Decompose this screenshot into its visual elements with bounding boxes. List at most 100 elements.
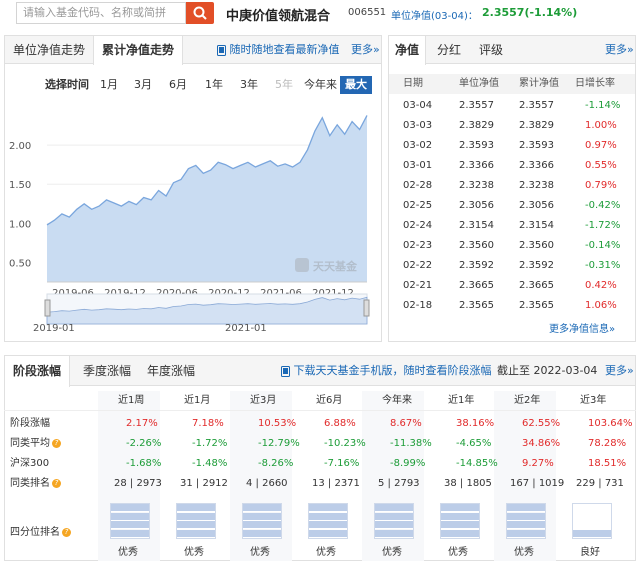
chart-more-link[interactable]: 更多»	[351, 36, 380, 64]
quartile-segment	[441, 504, 479, 512]
navigator-left-handle[interactable]	[44, 299, 51, 317]
quartile-segment	[177, 529, 215, 538]
tab-unit-nav-trend[interactable]: 单位净值走势	[13, 36, 85, 64]
phone-icon	[217, 44, 226, 56]
nav-table-row: 03-03 2.3829 2.3829 1.00%	[389, 116, 635, 136]
nav-table-row: 02-23 2.3560 2.3560 -0.14%	[389, 236, 635, 256]
stage-column-header: 近3年	[580, 395, 607, 406]
stage-cell: 4 | 2660	[246, 478, 288, 489]
stage-row: 沪深300 -1.68% -1.48% -8.26% -7.16% -8.99% -14.8…	[4, 454, 636, 474]
quartile-segment	[111, 512, 149, 521]
period-1y[interactable]: 1年	[205, 76, 223, 94]
quartile-bar	[176, 503, 216, 539]
stage-tabbar: 阶段涨幅 季度涨幅 年度涨幅 下载天天基金手机版，随时查看阶段涨幅 截止至 20…	[4, 356, 635, 387]
quartile-segment	[441, 521, 479, 529]
stage-cell: 13 | 2371	[312, 478, 360, 489]
nav-unit-value: 2.3565	[459, 300, 494, 311]
nav-table-header: 日期 单位净值 累计净值 日增长率	[389, 74, 635, 94]
header-bar: 请输入基金代码、名称或简拼 中庚价值领航混合 006551 单位净值(03-04…	[0, 0, 640, 30]
quartile-bar	[242, 503, 282, 539]
nav-cum-value: 2.3593	[519, 140, 554, 151]
search-button[interactable]	[186, 2, 214, 24]
quartile-rating: 优秀	[184, 547, 204, 558]
quartile-segment	[375, 504, 413, 512]
mobile-link[interactable]: 随时随地查看最新净值	[217, 36, 340, 64]
quartile-segment	[111, 521, 149, 529]
stage-cell: 28 | 2973	[114, 478, 162, 489]
quartile-segment	[573, 529, 611, 538]
tab-stage-return[interactable]: 阶段涨幅	[4, 356, 71, 387]
quartile-rating: 优秀	[448, 547, 468, 558]
quartile-rating: 优秀	[514, 547, 534, 558]
stage-cell: -14.85%	[456, 458, 498, 469]
nav-daily-change: 0.97%	[585, 140, 617, 151]
stage-cell: 8.67%	[390, 418, 422, 429]
quartile-segment	[177, 521, 215, 529]
period-1m[interactable]: 1月	[100, 76, 118, 94]
more-nav-info-link[interactable]: 更多净值信息»	[549, 316, 615, 344]
nav-date: 03-03	[403, 120, 433, 131]
nav-tabbar: 净值 分红 评级 更多»	[388, 36, 635, 65]
watermark-icon	[295, 258, 309, 272]
stage-cell: 31 | 2912	[180, 478, 228, 489]
stage-cell: 5 | 2793	[378, 478, 420, 489]
nav-table-row: 02-21 2.3665 2.3665 0.42%	[389, 276, 635, 296]
stage-row: 同类平均? -2.26% -1.72% -12.79% -10.23% -11.38% -4…	[4, 434, 636, 454]
help-icon[interactable]: ?	[62, 527, 71, 537]
y-tick-label: 1.50	[9, 180, 31, 191]
navigator-right-handle[interactable]	[363, 299, 370, 317]
quartile-segment	[375, 529, 413, 538]
quartile-bar	[308, 503, 348, 539]
nav-table-row: 02-18 2.3565 2.3565 1.06%	[389, 296, 635, 316]
tab-rating[interactable]: 评级	[479, 36, 503, 64]
stage-cell: 2.17%	[126, 418, 158, 429]
stage-cell: -11.38%	[390, 438, 432, 449]
period-max[interactable]: 最大	[340, 76, 372, 94]
nav-table-row: 03-01 2.3366 2.3366 0.55%	[389, 156, 635, 176]
search-icon	[193, 6, 207, 20]
nav-daily-change: -0.42%	[585, 200, 621, 211]
nav-more-link[interactable]: 更多»	[605, 36, 634, 64]
stage-row: 阶段涨幅 2.17% 7.18% 10.53% 6.88% 8.67% 38.16% 62.5…	[4, 414, 636, 434]
period-ytd[interactable]: 今年来	[304, 76, 337, 94]
tab-quarter-return[interactable]: 季度涨幅	[83, 356, 131, 384]
download-app-link[interactable]: 下载天天基金手机版，随时查看阶段涨幅	[281, 356, 492, 384]
nav-unit-value: 2.3560	[459, 240, 494, 251]
stage-cell: 34.86%	[522, 438, 561, 449]
quartile-segment	[375, 512, 413, 521]
stage-cell: 38 | 1805	[444, 478, 492, 489]
nav-unit-value: 2.3665	[459, 280, 494, 291]
help-icon[interactable]: ?	[52, 478, 61, 488]
stage-cell: -1.68%	[126, 458, 162, 469]
period-3y[interactable]: 3年	[240, 76, 258, 94]
period-6m[interactable]: 6月	[169, 76, 187, 94]
nav-cum-value: 2.3560	[519, 240, 554, 251]
stage-cell: -1.48%	[192, 458, 228, 469]
stage-cell: -10.23%	[324, 438, 366, 449]
stage-column-header: 近6月	[316, 395, 343, 406]
tab-cumulative-nav-trend[interactable]: 累计净值走势	[93, 36, 184, 65]
nav-daily-change: 0.79%	[585, 180, 617, 191]
nav-cum-value: 2.3565	[519, 300, 554, 311]
nav-daily-change: -1.72%	[585, 220, 621, 231]
help-icon[interactable]: ?	[52, 438, 61, 448]
area-fill	[47, 115, 367, 283]
quartile-rating: 优秀	[382, 547, 402, 558]
quartile-segment	[507, 521, 545, 529]
navigator-tick-label: 2021-01	[225, 323, 267, 334]
tab-annual-return[interactable]: 年度涨幅	[147, 356, 195, 384]
phone-icon	[281, 365, 290, 377]
nav-cum-value: 2.3366	[519, 160, 554, 171]
stage-more-link[interactable]: 更多»	[605, 356, 634, 384]
tab-nav[interactable]: 净值	[388, 36, 427, 65]
tab-dividend[interactable]: 分红	[437, 36, 461, 64]
nav-cum-value: 2.3829	[519, 120, 554, 131]
search-input[interactable]: 请输入基金代码、名称或简拼	[16, 2, 186, 24]
period-3m[interactable]: 3月	[134, 76, 152, 94]
stage-cell: 38.16%	[456, 418, 495, 429]
stage-column-header: 近1月	[184, 395, 211, 406]
nav-cum-value: 2.3592	[519, 260, 554, 271]
quartile-bar	[374, 503, 414, 539]
nav-daily-change: -0.14%	[585, 240, 621, 251]
stage-cell: -1.72%	[192, 438, 228, 449]
